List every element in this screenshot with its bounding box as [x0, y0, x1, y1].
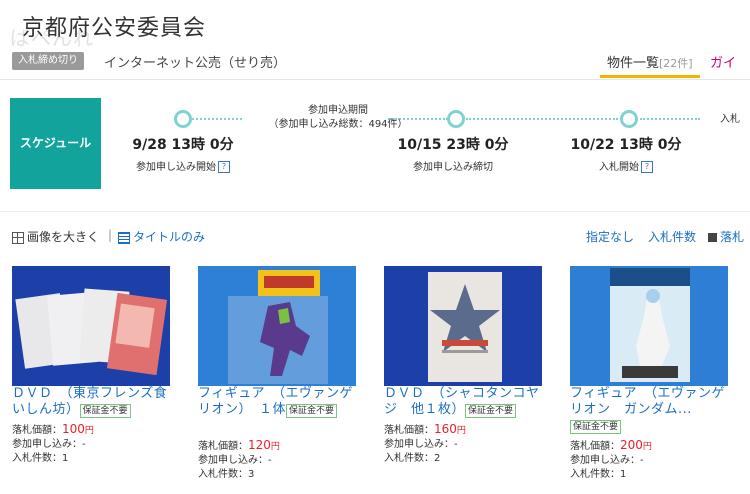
sort-none-link[interactable]: 指定なし	[586, 228, 634, 245]
sort-bids-link[interactable]: 入札件数	[648, 228, 696, 245]
milestone-bid-start: 10/22 13時 0分 入札開始?	[561, 134, 691, 173]
item-thumbnail[interactable]	[384, 266, 542, 386]
tab-item-list-count: [22件]	[659, 57, 693, 70]
schedule-divider	[0, 211, 750, 212]
item-title-link[interactable]: フィギュア （エヴァンゲリオン） １体 保証金不要	[198, 386, 363, 418]
price-unit: 円	[642, 442, 652, 452]
sort-price-label: 落札	[720, 230, 745, 244]
schedule-label: スケジュール	[10, 98, 101, 189]
item-info: 落札価額：120円 参加申し込み：- 入札件数：3	[198, 438, 280, 482]
timeline-line	[192, 118, 242, 120]
view-separator: |	[108, 228, 113, 242]
timeline-line	[466, 118, 618, 120]
next-milestone-label: 入札	[720, 114, 740, 125]
tab-item-list[interactable]: 物件一覧[22件]	[607, 52, 693, 71]
period-label: 参加申込期間 （参加申し込み総数：494件）	[238, 104, 438, 132]
sort-price-link[interactable]: 落札	[708, 228, 744, 245]
apply-count: 参加申し込み：-	[198, 455, 272, 466]
list-icon	[118, 231, 130, 244]
price-unit: 円	[456, 426, 466, 436]
item-thumbnail[interactable]	[12, 266, 170, 386]
item-title: フィギュア （エヴァンゲリオン ガンダム...	[570, 386, 725, 417]
milestone-start: 9/28 13時 0分 参加申し込み開始?	[118, 134, 248, 173]
timeline-dot	[620, 110, 638, 128]
active-tab-indicator	[600, 75, 700, 78]
auction-type-label: インターネット公売（せり売）	[104, 56, 287, 71]
bid-count: 入札件数：1	[570, 469, 627, 480]
bid-count: 入札件数：2	[384, 453, 441, 464]
dvd-photo	[384, 266, 542, 386]
status-badge: 入札締め切り	[12, 52, 84, 70]
bid-count: 入札件数：1	[12, 453, 69, 464]
help-icon[interactable]: ?	[218, 161, 230, 173]
page-title: 京都府公安委員会	[22, 16, 207, 41]
dvd-photo	[12, 266, 170, 386]
view-title-only-label: タイトルのみ	[133, 230, 206, 244]
tab-item-list-label: 物件一覧	[607, 56, 660, 71]
apply-count: 参加申し込み：-	[12, 439, 86, 450]
item-thumbnail[interactable]	[198, 266, 356, 386]
item-title-link[interactable]: ＤＶＤ （東京フレンズ食いしん坊） 保証金不要	[12, 386, 177, 418]
period-title: 参加申込期間	[308, 105, 368, 116]
view-large-image[interactable]: 画像を大きく	[12, 228, 99, 245]
price-label: 落札価額：	[12, 425, 62, 436]
grid-icon	[12, 231, 24, 244]
timeline-dot	[174, 110, 192, 128]
price-label: 落札価額：	[570, 441, 620, 452]
view-large-image-label: 画像を大きく	[27, 230, 100, 244]
price-value: 200	[620, 438, 643, 452]
timeline-line	[640, 118, 700, 120]
milestone-date: 10/22 13時 0分	[570, 137, 682, 153]
sort-icon	[708, 233, 717, 242]
milestone-caption: 入札開始	[599, 162, 639, 173]
item-info: 落札価額：100円 参加申し込み：- 入札件数：1	[12, 422, 94, 466]
help-icon[interactable]: ?	[641, 161, 653, 173]
price-value: 120	[248, 438, 271, 452]
deposit-badge: 保証金不要	[465, 404, 517, 418]
price-value: 100	[62, 422, 85, 436]
item-thumbnail[interactable]	[570, 266, 728, 386]
figure-photo	[198, 266, 356, 386]
item-title: ＤＶＤ （シャコタンコヤジ 他１枚）	[384, 386, 540, 417]
price-label: 落札価額：	[198, 441, 248, 452]
apply-count: 参加申し込み：-	[384, 439, 458, 450]
apply-count: 参加申し込み：-	[570, 455, 644, 466]
item-info: 落札価額：200円 参加申し込み：- 入札件数：1	[570, 438, 652, 482]
figure-photo	[570, 266, 728, 386]
deposit-badge: 保証金不要	[79, 404, 131, 418]
milestone-close: 10/15 23時 0分 参加申し込み締切	[388, 134, 518, 173]
item-title-link[interactable]: ＤＶＤ （シャコタンコヤジ 他１枚） 保証金不要	[384, 386, 549, 418]
bid-count: 入札件数：3	[198, 469, 255, 480]
header-divider	[0, 79, 750, 80]
deposit-badge: 保証金不要	[570, 420, 622, 434]
price-value: 160	[434, 422, 457, 436]
milestone-caption: 参加申し込み締切	[413, 162, 493, 173]
price-label: 落札価額：	[384, 425, 434, 436]
timeline-dot	[447, 110, 465, 128]
milestone-date: 10/15 23時 0分	[397, 137, 509, 153]
deposit-badge: 保証金不要	[286, 404, 338, 418]
price-unit: 円	[84, 426, 94, 436]
item-info: 落札価額：160円 参加申し込み：- 入札件数：2	[384, 422, 466, 466]
milestone-caption: 参加申し込み開始	[136, 162, 216, 173]
milestone-date: 9/28 13時 0分	[132, 137, 234, 153]
item-title-link[interactable]: フィギュア （エヴァンゲリオン ガンダム... 保証金不要	[570, 386, 735, 434]
price-unit: 円	[270, 442, 280, 452]
tab-guide[interactable]: ガイ	[710, 52, 736, 71]
view-title-only[interactable]: タイトルのみ	[118, 228, 205, 245]
period-total: （参加申し込み総数：494件）	[268, 119, 408, 130]
